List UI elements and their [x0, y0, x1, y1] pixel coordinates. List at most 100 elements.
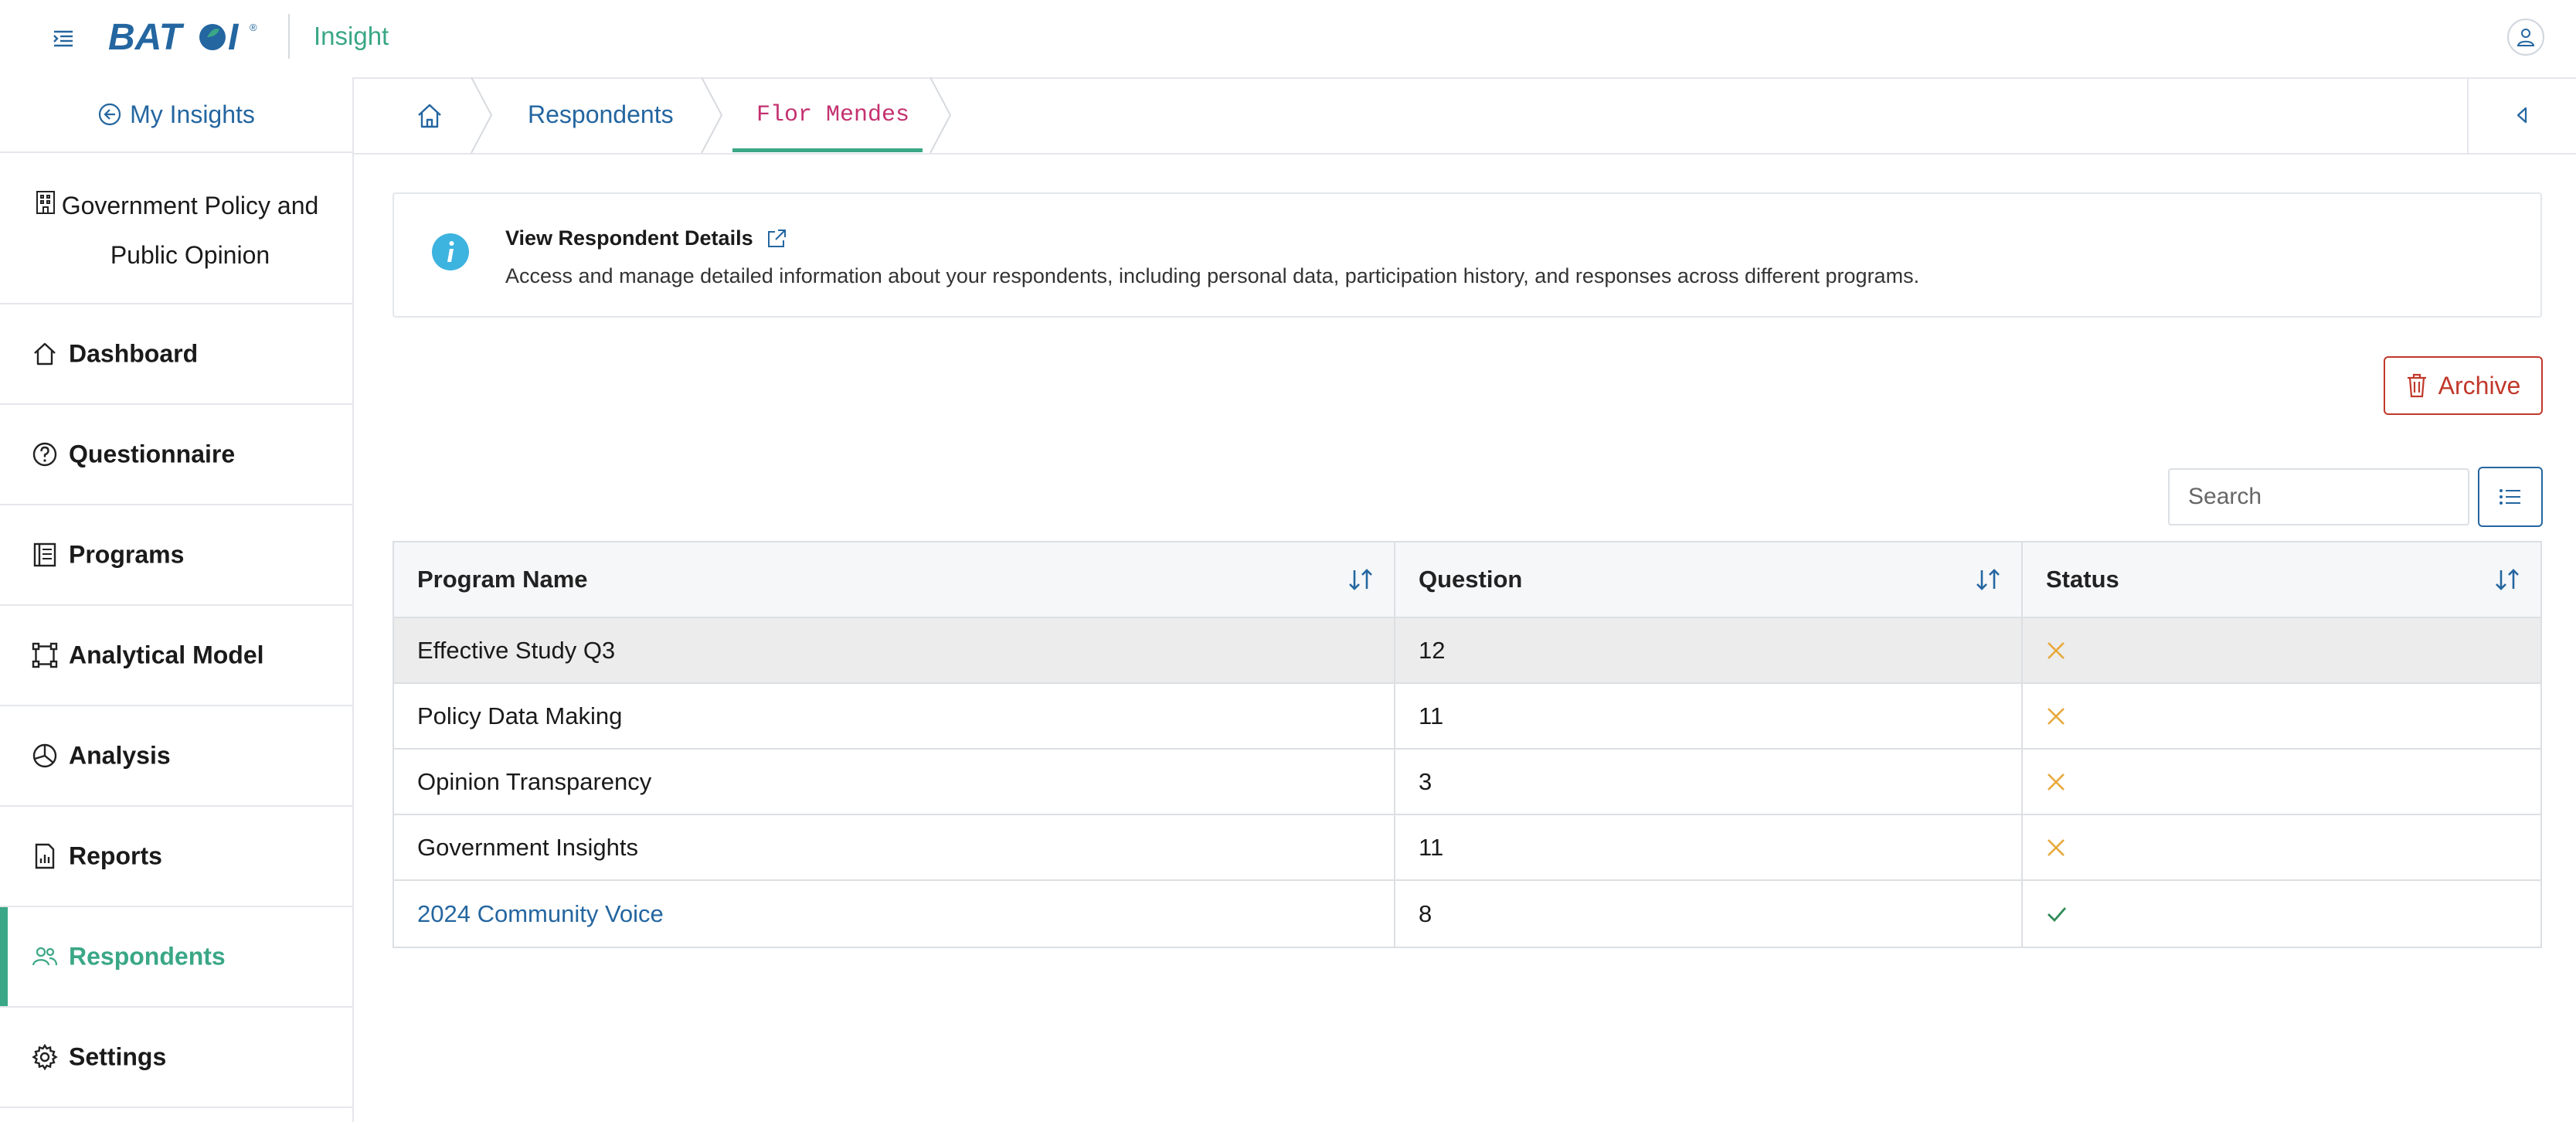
bounding-box-icon: [32, 642, 58, 668]
sort-icon[interactable]: [1347, 567, 1374, 592]
program-name-cell: Government Insights: [394, 815, 1395, 879]
project-title: Government Policy and Public Opinion: [61, 192, 319, 269]
program-name-link[interactable]: 2024 Community Voice: [417, 900, 664, 928]
pie-chart-icon: [32, 743, 57, 768]
gear-icon: [32, 1043, 58, 1071]
menu-toggle-button[interactable]: [48, 23, 79, 54]
close-icon: [2048, 838, 2065, 856]
program-name-cell: 2024 Community Voice: [394, 881, 1395, 947]
info-banner: View Respondent Details Access and manag…: [393, 192, 2542, 318]
my-insights-link[interactable]: My Insights: [0, 77, 352, 153]
column-header-status[interactable]: Status: [2023, 542, 2540, 617]
sort-icon[interactable]: [1975, 567, 2001, 592]
info-description: Access and manage detailed information a…: [505, 264, 1920, 287]
program-name-cell: Effective Study Q3: [394, 618, 1395, 682]
status-cell: [2023, 684, 2540, 748]
search-input[interactable]: [2168, 468, 2469, 525]
program-name-cell: Opinion Transparency: [394, 750, 1395, 814]
sidebar-item-label: Questionnaire: [69, 440, 236, 468]
close-icon: [2048, 773, 2065, 790]
arrow-left-circle-icon: [98, 103, 121, 126]
table-row[interactable]: Opinion Transparency 3: [394, 750, 2540, 815]
caret-left-icon: [2517, 107, 2527, 124]
sidebar-item-analysis[interactable]: Analysis: [0, 706, 352, 807]
sidebar-item-reports[interactable]: Reports: [0, 807, 352, 907]
sidebar-item-label: Analytical Model: [69, 641, 264, 669]
collapse-panel-button[interactable]: [2467, 77, 2574, 153]
project-title-block: Government Policy and Public Opinion: [0, 153, 352, 304]
app-title: Insight: [314, 22, 389, 50]
logo-divider: [288, 14, 290, 59]
trash-icon: [2407, 373, 2426, 398]
svg-text:®: ®: [250, 22, 257, 33]
column-settings-button[interactable]: [2478, 467, 2543, 527]
table-header-row: Program Name Question Status: [394, 542, 2540, 618]
archive-button[interactable]: Archive: [2384, 356, 2543, 415]
column-header-label: Status: [2046, 566, 2119, 593]
report-icon: [35, 843, 55, 869]
external-link-icon[interactable]: [766, 228, 787, 250]
user-icon: [2517, 29, 2535, 46]
status-cell: [2023, 750, 2540, 814]
sidebar-item-label: Dashboard: [69, 339, 199, 368]
sort-icon[interactable]: [2494, 567, 2520, 592]
question-count-cell: 11: [1395, 815, 2023, 879]
book-icon: [33, 542, 56, 567]
breadcrumb-separator: [929, 77, 952, 153]
sidebar-item-analytical-model[interactable]: Analytical Model: [0, 606, 352, 706]
sidebar-item-label: Settings: [69, 1042, 167, 1071]
sidebar-item-label: Analysis: [69, 741, 171, 770]
status-cell: [2023, 618, 2540, 682]
close-icon: [2048, 707, 2065, 725]
status-cell: [2023, 881, 2540, 947]
breadcrumb-separator: [701, 77, 723, 153]
close-icon: [2048, 641, 2065, 659]
question-count-cell: 8: [1395, 881, 2023, 947]
user-account-button[interactable]: [2507, 19, 2544, 56]
table-row[interactable]: 2024 Community Voice 8: [394, 881, 2540, 947]
info-icon: [432, 233, 469, 270]
archive-label: Archive: [2438, 371, 2521, 400]
breadcrumb-separator: [471, 77, 493, 153]
people-icon: [32, 947, 58, 966]
question-count-cell: 3: [1395, 750, 2023, 814]
top-bar: BAT I ® Insight: [0, 0, 2576, 79]
menu-indent-icon: [53, 30, 73, 47]
home-icon[interactable]: [414, 100, 445, 131]
column-header-label: Question: [1419, 566, 1523, 593]
sidebar-item-programs[interactable]: Programs: [0, 505, 352, 606]
my-insights-label: My Insights: [130, 100, 255, 128]
question-count-cell: 11: [1395, 684, 2023, 748]
breadcrumb-respondents-link[interactable]: Respondents: [528, 100, 674, 129]
check-icon: [2048, 906, 2067, 922]
programs-table: Program Name Question Status Effective S…: [393, 541, 2542, 948]
sidebar: My Insights Government Policy and Public…: [0, 77, 354, 1122]
program-name-cell: Policy Data Making: [394, 684, 1395, 748]
status-cell: [2023, 815, 2540, 879]
svg-text:BAT: BAT: [108, 17, 185, 54]
table-row[interactable]: Policy Data Making 11: [394, 684, 2540, 750]
sidebar-item-dashboard[interactable]: Dashboard: [0, 304, 352, 405]
sidebar-item-questionnaire[interactable]: Questionnaire: [0, 405, 352, 505]
column-header-program-name[interactable]: Program Name: [394, 542, 1395, 617]
info-title: View Respondent Details: [505, 226, 753, 250]
question-count-cell: 12: [1395, 618, 2023, 682]
sidebar-item-respondents[interactable]: Respondents: [0, 907, 352, 1008]
breadcrumb: Respondents Flor Mendes: [354, 77, 2576, 155]
column-header-label: Program Name: [417, 566, 588, 593]
breadcrumb-current: Flor Mendes: [756, 102, 910, 128]
breadcrumb-active-underline: [732, 148, 923, 152]
list-icon: [2500, 489, 2520, 505]
batoi-logo: BAT I ®: [108, 17, 267, 54]
info-title-row: View Respondent Details: [505, 226, 787, 250]
sidebar-item-label: Programs: [69, 540, 185, 569]
home-icon: [34, 342, 56, 366]
svg-text:I: I: [228, 17, 240, 54]
question-circle-icon: [32, 442, 57, 467]
column-header-question[interactable]: Question: [1395, 542, 2023, 617]
table-row[interactable]: Government Insights 11: [394, 815, 2540, 881]
sidebar-item-label: Respondents: [69, 942, 226, 971]
sidebar-item-label: Reports: [69, 842, 162, 870]
table-row[interactable]: Effective Study Q3 12: [394, 618, 2540, 684]
sidebar-item-settings[interactable]: Settings: [0, 1008, 352, 1108]
